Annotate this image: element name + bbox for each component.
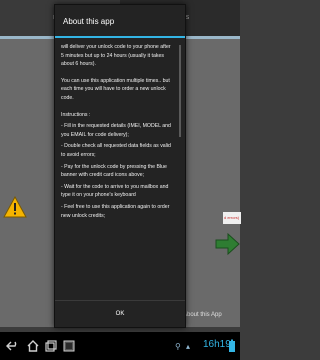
next-arrow-icon[interactable] — [214, 232, 240, 256]
instruction-double-check: - Double check all requested data fields… — [61, 143, 171, 158]
instruction-wait: - Wait for the code to arrive to you mai… — [61, 183, 169, 199]
dialog-message: will deliver your unlock code to your ph… — [61, 43, 173, 301]
about-app-link[interactable]: About this App — [183, 312, 222, 318]
ok-button[interactable]: OK — [55, 300, 185, 327]
instruction-reuse: - Feel free to use this application agai… — [61, 203, 170, 219]
background-error-text: d errors) — [223, 212, 241, 224]
dialog-scrollbar[interactable] — [179, 45, 181, 137]
screenshot-icon[interactable] — [62, 339, 76, 353]
about-dialog: About this app will deliver your unlock … — [54, 4, 186, 328]
warning-icon — [3, 196, 27, 218]
system-bar: ⚲ ▴ 16h19 — [0, 332, 240, 360]
paragraph-multiple-use: You can use this application multiple ti… — [61, 77, 170, 101]
instruction-fill-details: - Fill in the requested details (IMEI, M… — [61, 123, 171, 138]
recent-apps-icon[interactable] — [44, 339, 58, 353]
clock: 16h19 — [203, 339, 231, 350]
instruction-pay: - Pay for the unlock code by pressing th… — [61, 163, 167, 179]
notification-icon: ▴ — [186, 342, 191, 351]
instructions-heading: Instructions : — [61, 111, 91, 118]
back-icon[interactable] — [6, 339, 20, 353]
battery-icon — [229, 339, 235, 352]
home-icon[interactable] — [26, 339, 40, 353]
usb-icon: ⚲ — [175, 342, 181, 351]
dialog-title: About this app — [55, 5, 185, 38]
paragraph-delivery: will deliver your unlock code to your ph… — [61, 44, 171, 68]
